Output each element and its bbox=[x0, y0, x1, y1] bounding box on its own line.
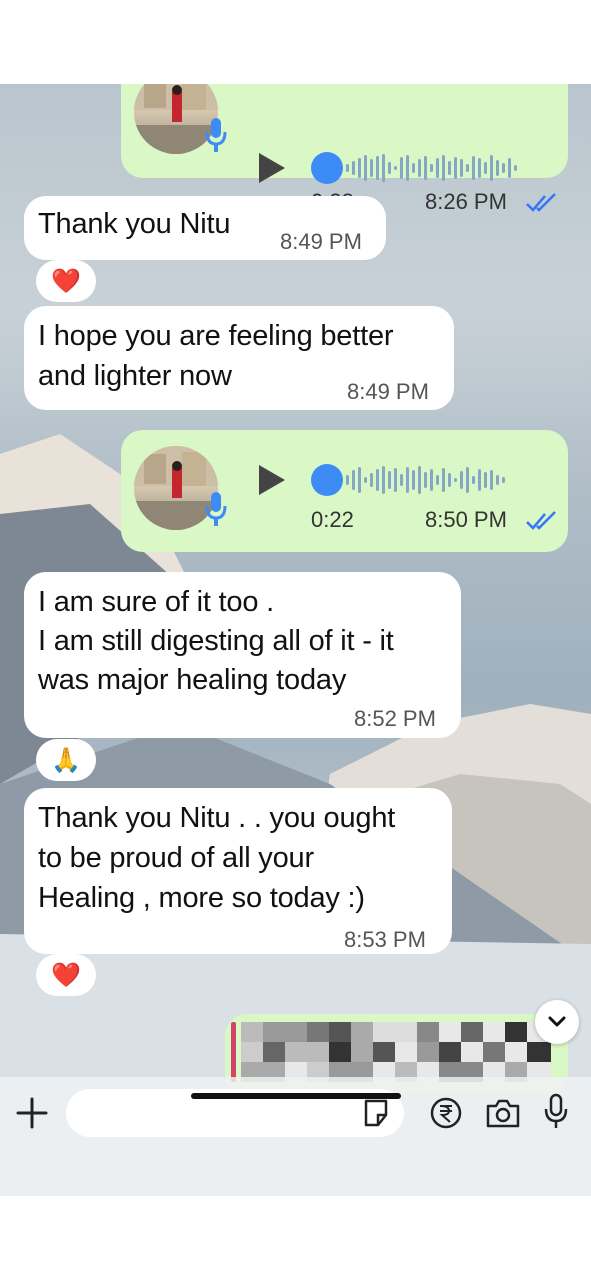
mic-icon bbox=[205, 492, 227, 526]
voice-waveform bbox=[346, 465, 505, 495]
chevron-down-icon bbox=[548, 1016, 566, 1027]
read-ticks-icon bbox=[526, 193, 556, 212]
message-incoming[interactable]: I am sure of it too . I am still digesti… bbox=[24, 572, 461, 738]
rupee-icon[interactable] bbox=[429, 1096, 463, 1130]
voice-progress-knob[interactable] bbox=[311, 152, 343, 184]
message-time: 8:52 PM bbox=[354, 706, 436, 731]
voice-waveform bbox=[346, 153, 517, 183]
mic-icon[interactable] bbox=[541, 1093, 571, 1131]
message-text-line: I am still digesting all of it - it bbox=[38, 625, 394, 657]
message-incoming[interactable]: Thank you Nitu . . you ought to be proud… bbox=[24, 788, 452, 954]
message-incoming[interactable]: I hope you are feeling better and lighte… bbox=[24, 306, 454, 410]
camera-icon[interactable] bbox=[484, 1096, 522, 1130]
voice-duration: 0:22 bbox=[311, 507, 354, 532]
message-text: Thank you Nitu bbox=[38, 208, 231, 240]
home-indicator[interactable] bbox=[191, 1093, 401, 1099]
reaction-badge[interactable]: 🙏 bbox=[36, 739, 96, 781]
message-time: 8:49 PM bbox=[347, 379, 429, 404]
message-text-line: I hope you are feeling better bbox=[38, 320, 394, 352]
mic-icon bbox=[205, 118, 227, 152]
message-text-line: and lighter now bbox=[38, 360, 232, 392]
read-ticks-icon bbox=[526, 511, 556, 530]
message-text-line: I am sure of it too . bbox=[38, 586, 274, 618]
message-time: 8:50 PM bbox=[425, 507, 507, 532]
play-icon[interactable] bbox=[259, 465, 285, 495]
message-text-line: was major healing today bbox=[38, 664, 347, 696]
pixelated-image bbox=[241, 1022, 551, 1082]
voice-message-outgoing[interactable]: 0:38 8:26 PM bbox=[121, 84, 568, 214]
sticker-icon[interactable] bbox=[360, 1097, 392, 1129]
plus-icon[interactable] bbox=[14, 1095, 50, 1131]
message-time: 8:26 PM bbox=[425, 189, 507, 214]
message-time: 8:53 PM bbox=[344, 927, 426, 952]
voice-progress-knob[interactable] bbox=[311, 464, 343, 496]
scroll-down-button[interactable] bbox=[535, 1000, 579, 1044]
quote-accent-bar bbox=[231, 1022, 236, 1082]
play-icon[interactable] bbox=[259, 153, 285, 183]
message-incoming[interactable]: Thank you Nitu 8:49 PM bbox=[24, 196, 386, 260]
message-text-line: Healing , more so today :) bbox=[38, 882, 365, 914]
voice-message-outgoing[interactable]: 0:22 8:50 PM bbox=[121, 430, 568, 552]
message-time: 8:49 PM bbox=[280, 229, 362, 254]
reaction-badge[interactable]: ❤️ bbox=[36, 954, 96, 996]
message-text-line: to be proud of all your bbox=[38, 842, 314, 874]
message-text-line: Thank you Nitu . . you ought bbox=[38, 802, 396, 834]
chat-screen: 0:38 8:26 PM Thank you Nitu 8:49 PM ❤️ I… bbox=[0, 84, 591, 1196]
reaction-badge[interactable]: ❤️ bbox=[36, 260, 96, 302]
